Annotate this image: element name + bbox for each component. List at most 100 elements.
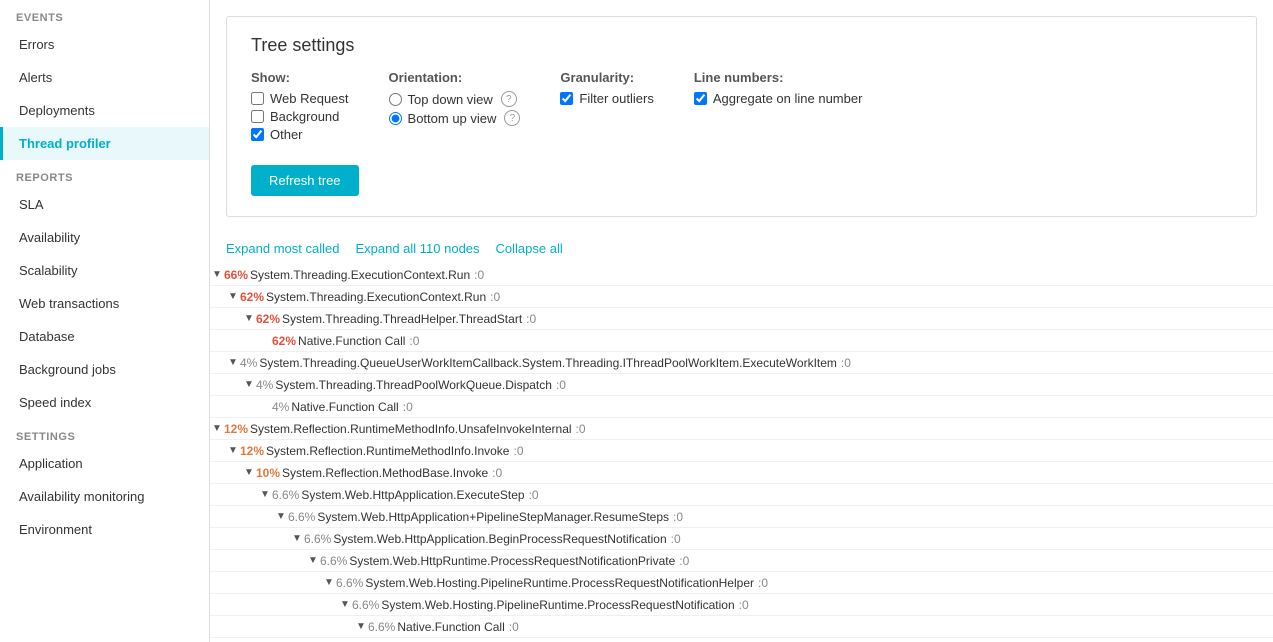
tree-controls: Expand most called Expand all 110 nodes … bbox=[210, 233, 1273, 264]
tree-toggle[interactable]: ▼ bbox=[226, 444, 240, 458]
tree-pct: 62% bbox=[256, 312, 280, 326]
tree-toggle[interactable]: ▼ bbox=[242, 378, 256, 392]
tree-pct: 6.6% bbox=[336, 576, 363, 590]
granularity-label: Granularity: bbox=[560, 70, 653, 85]
tree-toggle[interactable]: ▼ bbox=[274, 510, 288, 524]
background-checkbox[interactable] bbox=[251, 110, 264, 123]
expand-all-link[interactable]: Expand all 110 nodes bbox=[355, 241, 479, 256]
tree-pct: 66% bbox=[224, 268, 248, 282]
bottom-up-radio[interactable] bbox=[389, 112, 402, 125]
aggregate-checkbox[interactable] bbox=[694, 92, 707, 105]
sidebar-item-deployments[interactable]: Deployments bbox=[0, 94, 209, 127]
sidebar-item-thread-profiler[interactable]: Thread profiler bbox=[0, 127, 209, 160]
sidebar-item-scalability[interactable]: Scalability bbox=[0, 254, 209, 287]
tree-count: :0 bbox=[671, 532, 681, 546]
tree-toggle[interactable]: ▼ bbox=[242, 466, 256, 480]
expand-most-called-link[interactable]: Expand most called bbox=[226, 241, 339, 256]
line-numbers-label: Line numbers: bbox=[694, 70, 863, 85]
sidebar-item-background-jobs[interactable]: Background jobs bbox=[0, 353, 209, 386]
tree-pct: 12% bbox=[240, 444, 264, 458]
show-group: Show: Web Request Background Other bbox=[251, 70, 349, 145]
tree-count: :0 bbox=[526, 312, 536, 326]
tree-count: :0 bbox=[509, 620, 519, 634]
sidebar-item-environment[interactable]: Environment bbox=[0, 513, 209, 546]
refresh-tree-button[interactable]: Refresh tree bbox=[251, 165, 359, 196]
sidebar-item-speed-index[interactable]: Speed index bbox=[0, 386, 209, 419]
tree-count: :0 bbox=[739, 598, 749, 612]
sidebar-item-alerts[interactable]: Alerts bbox=[0, 61, 209, 94]
aggregate-label: Aggregate on line number bbox=[713, 91, 863, 106]
tree-toggle[interactable]: ▼ bbox=[306, 554, 320, 568]
tree-toggle[interactable]: ▼ bbox=[354, 620, 368, 634]
tree-label: Native.Function Call bbox=[298, 334, 405, 348]
tree-row: ▼ 10% System.Reflection.MethodBase.Invok… bbox=[210, 462, 1273, 484]
tree-toggle[interactable]: ▼ bbox=[226, 356, 240, 370]
tree-label: System.Threading.ExecutionContext.Run bbox=[266, 290, 486, 304]
tree-label: System.Reflection.MethodBase.Invoke bbox=[282, 466, 488, 480]
tree-row: ▼ 4% System.Threading.QueueUserWorkItemC… bbox=[210, 352, 1273, 374]
filter-outliers-checkbox[interactable] bbox=[560, 92, 573, 105]
background-label: Background bbox=[270, 109, 339, 124]
web-request-checkbox[interactable] bbox=[251, 92, 264, 105]
tree-count: :0 bbox=[679, 554, 689, 568]
tree-pct: 62% bbox=[240, 290, 264, 304]
tree-pct: 4% bbox=[256, 378, 273, 392]
tree-toggle[interactable]: ▼ bbox=[258, 488, 272, 502]
sidebar-item-errors[interactable]: Errors bbox=[0, 28, 209, 61]
tree-toggle[interactable]: ▼ bbox=[226, 290, 240, 304]
tree-toggle[interactable] bbox=[258, 400, 272, 414]
tree-row: ▼ 3.1% System.Web.Hosting.PipelineRuntim… bbox=[210, 638, 1273, 642]
tree-row: ▼ 6.6% System.Web.HttpRuntime.ProcessReq… bbox=[210, 550, 1273, 572]
granularity-group: Granularity: Filter outliers bbox=[560, 70, 653, 109]
tree-toggle[interactable]: ▼ bbox=[322, 576, 336, 590]
web-request-label: Web Request bbox=[270, 91, 349, 106]
tree-toggle[interactable]: ▼ bbox=[210, 268, 224, 282]
tree-row: ▼ 12% System.Reflection.RuntimeMethodInf… bbox=[210, 440, 1273, 462]
sidebar-item-web-transactions[interactable]: Web transactions bbox=[0, 287, 209, 320]
tree-label: System.Threading.QueueUserWorkItemCallba… bbox=[259, 356, 837, 370]
tree-row: ▼ 62% System.Threading.ExecutionContext.… bbox=[210, 286, 1273, 308]
sidebar-item-database[interactable]: Database bbox=[0, 320, 209, 353]
tree-label: System.Threading.ExecutionContext.Run bbox=[250, 268, 470, 282]
tree-count: :0 bbox=[758, 576, 768, 590]
tree-toggle[interactable]: ▼ bbox=[290, 532, 304, 546]
tree-label: System.Threading.ThreadPoolWorkQueue.Dis… bbox=[275, 378, 552, 392]
orientation-label: Orientation: bbox=[389, 70, 521, 85]
sidebar: EVENTS Errors Alerts Deployments Thread … bbox=[0, 0, 210, 642]
top-down-radio[interactable] bbox=[389, 93, 402, 106]
tree-pct: 4% bbox=[272, 400, 289, 414]
tree-label: System.Web.HttpApplication.BeginProcessR… bbox=[333, 532, 666, 546]
tree-count: :0 bbox=[492, 466, 502, 480]
collapse-all-link[interactable]: Collapse all bbox=[496, 241, 563, 256]
other-checkbox[interactable] bbox=[251, 128, 264, 141]
tree-pct: 6.6% bbox=[368, 620, 395, 634]
sidebar-item-availability-monitoring[interactable]: Availability monitoring bbox=[0, 480, 209, 513]
settings-section-label: SETTINGS bbox=[0, 419, 209, 447]
tree-pct: 6.6% bbox=[320, 554, 347, 568]
tree-toggle[interactable]: ▼ bbox=[210, 422, 224, 436]
tree-toggle[interactable] bbox=[258, 334, 272, 348]
sidebar-item-application[interactable]: Application bbox=[0, 447, 209, 480]
tree-row: 62% Native.Function Call :0 bbox=[210, 330, 1273, 352]
tree-settings-title: Tree settings bbox=[251, 35, 1232, 56]
top-down-help-icon[interactable]: ? bbox=[501, 91, 517, 107]
tree-row: ▼ 62% System.Threading.ThreadHelper.Thre… bbox=[210, 308, 1273, 330]
tree-count: :0 bbox=[474, 268, 484, 282]
tree-pct: 62% bbox=[272, 334, 296, 348]
sidebar-item-availability[interactable]: Availability bbox=[0, 221, 209, 254]
tree-count: :0 bbox=[841, 356, 851, 370]
tree-row: ▼ 4% System.Threading.ThreadPoolWorkQueu… bbox=[210, 374, 1273, 396]
show-label: Show: bbox=[251, 70, 349, 85]
tree-count: :0 bbox=[556, 378, 566, 392]
tree-label: System.Web.Hosting.PipelineRuntime.Proce… bbox=[381, 598, 734, 612]
tree-row: ▼ 6.6% System.Web.Hosting.PipelineRuntim… bbox=[210, 594, 1273, 616]
tree-toggle[interactable]: ▼ bbox=[242, 312, 256, 326]
orientation-group: Orientation: Top down view ? Bottom up v… bbox=[389, 70, 521, 129]
tree-toggle[interactable]: ▼ bbox=[338, 598, 352, 612]
tree-count: :0 bbox=[409, 334, 419, 348]
tree-count: :0 bbox=[513, 444, 523, 458]
sidebar-item-sla[interactable]: SLA bbox=[0, 188, 209, 221]
tree-pct: 6.6% bbox=[304, 532, 331, 546]
tree-label: System.Web.HttpApplication+PipelineStepM… bbox=[317, 510, 669, 524]
bottom-up-help-icon[interactable]: ? bbox=[504, 110, 520, 126]
